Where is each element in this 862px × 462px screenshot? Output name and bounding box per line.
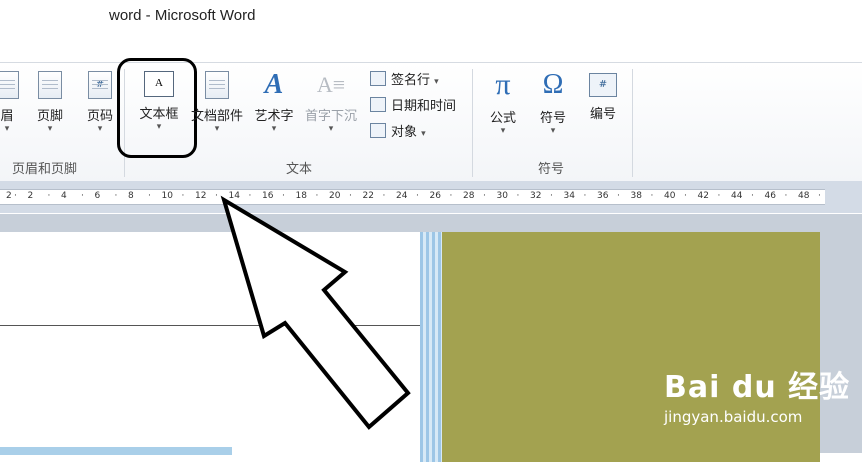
watermark-url: jingyan.baidu.com (664, 408, 803, 426)
watermark-logo: Bai du 经验 (664, 370, 851, 405)
watermark: Bai du 经验 jingyan.baidu.com (664, 362, 850, 426)
